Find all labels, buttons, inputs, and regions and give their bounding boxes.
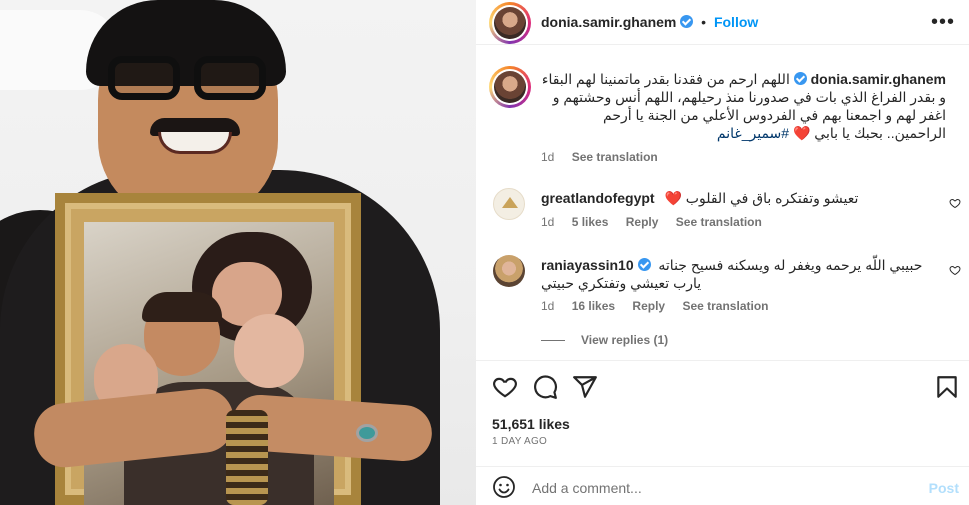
header-divider (476, 44, 969, 45)
caption-hashtag[interactable]: #سمير_غانم (717, 125, 789, 141)
photo-bracelet (226, 410, 268, 505)
caption-see-translation[interactable]: See translation (572, 150, 658, 164)
share-icon[interactable] (572, 374, 598, 400)
comment-time[interactable]: 1d (541, 215, 554, 229)
post-comment-button[interactable]: Post (929, 480, 959, 496)
photo-family-portrait (84, 222, 334, 505)
reply-button[interactable]: Reply (626, 215, 659, 229)
verified-badge-icon (637, 258, 651, 271)
follow-button[interactable]: Follow (714, 14, 758, 30)
comment-username[interactable]: raniayassin10 (541, 257, 634, 273)
comment-meta: 1d 16 likes Reply See translation (541, 299, 782, 313)
comment-box-divider (476, 466, 969, 467)
more-options-icon[interactable]: ••• (931, 12, 955, 32)
post-photo[interactable] (0, 0, 476, 505)
actions-divider (476, 360, 969, 361)
comment-see-translation[interactable]: See translation (676, 215, 762, 229)
heart-outline-icon[interactable] (492, 374, 518, 400)
caption-time[interactable]: 1d (541, 150, 554, 164)
bookmark-icon[interactable] (934, 374, 960, 400)
comment-icon[interactable] (532, 374, 558, 400)
comment-input[interactable] (532, 478, 892, 498)
caption-text: donia.samir.ghanem اللهم ارحم من فقدنا ب… (541, 70, 946, 142)
caption-heart-emoji: ❤️ (792, 125, 811, 141)
photo-smile (158, 132, 232, 154)
view-replies-button[interactable]: View replies (1) (541, 333, 668, 347)
comment-meta: 1d 5 likes Reply See translation (541, 215, 776, 229)
comment-username[interactable]: greatlandofegypt (541, 190, 655, 206)
comment-avatar[interactable] (493, 188, 525, 220)
comment-text: تعيشو وتفتكره باق في القلوب (685, 190, 859, 206)
view-replies-line (541, 339, 565, 341)
caption-avatar[interactable] (489, 66, 531, 108)
post-sidebar: donia.samir.ghanem • Follow ••• donia.sa… (476, 0, 969, 505)
comment-avatar[interactable] (493, 255, 525, 287)
comment-item: raniayassin10 حبيبي اللّه يرحمه ويغفر له… (541, 256, 946, 292)
comment-likes[interactable]: 16 likes (572, 299, 615, 313)
photo-glasses (108, 56, 268, 102)
like-comment-heart-icon[interactable] (949, 264, 961, 276)
post-header: donia.samir.ghanem • Follow ••• (476, 0, 969, 44)
action-bar (492, 374, 960, 402)
emoji-icon[interactable] (492, 475, 516, 499)
comment-text: حبيبي اللّه يرحمه ويغفر له ويسكنه فسيح ج… (658, 257, 923, 273)
reply-button[interactable]: Reply (632, 299, 665, 313)
like-comment-heart-icon[interactable] (949, 197, 961, 209)
verified-badge-icon (680, 15, 694, 28)
caption-username[interactable]: donia.samir.ghanem (811, 71, 946, 87)
header-separator: • (701, 14, 707, 30)
view-replies-label: View replies (1) (581, 333, 669, 347)
comment-heart-emoji: ❤️ (664, 190, 682, 206)
author-username[interactable]: donia.samir.ghanem (541, 14, 676, 30)
comment-see-translation[interactable]: See translation (682, 299, 768, 313)
author-avatar[interactable] (489, 2, 531, 44)
photo-ring (356, 424, 378, 442)
post-date[interactable]: 1 DAY AGO (492, 436, 547, 447)
comment-likes[interactable]: 5 likes (572, 215, 609, 229)
comment-text-line2: يارب تعيشي وتفتكري حبيتي (541, 275, 702, 291)
caption-meta: 1d See translation (541, 150, 672, 164)
verified-badge-icon (793, 72, 807, 85)
comment-item: greatlandofegypt تعيشو وتفتكره باق في ال… (541, 189, 946, 207)
likes-count[interactable]: 51,651 likes (492, 416, 570, 432)
comment-time[interactable]: 1d (541, 299, 554, 313)
add-comment-bar: Post (476, 470, 969, 505)
